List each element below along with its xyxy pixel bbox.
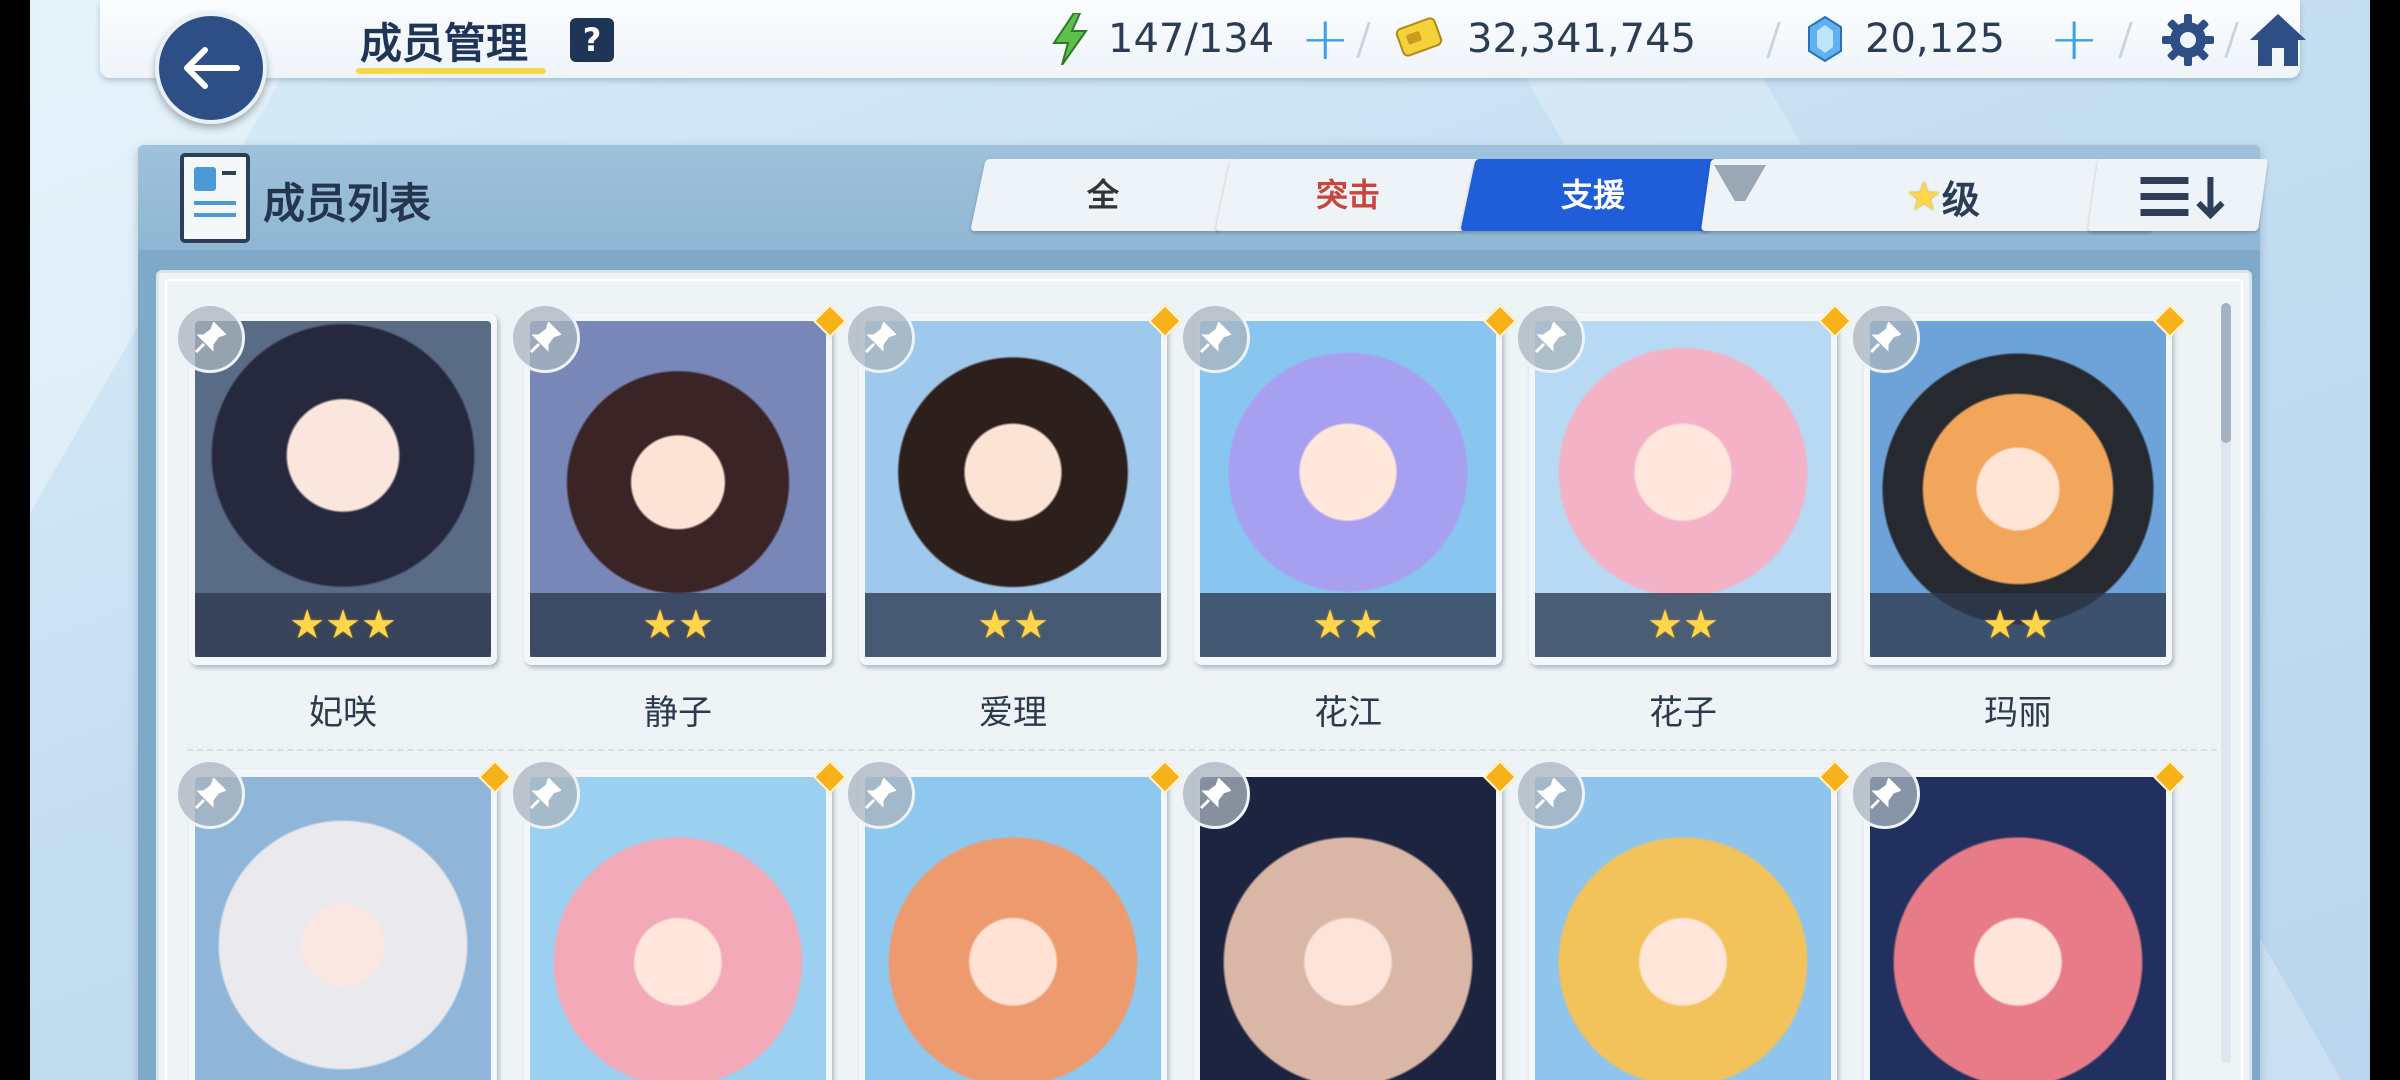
panel-title: 成员列表 xyxy=(263,179,432,228)
panel-header: 成员列表 全 突击 支援 ★ 级 xyxy=(138,145,2269,250)
gems-value: 20,125 xyxy=(1865,16,2005,62)
member-name: 妃咲 xyxy=(309,693,377,733)
sort-icon xyxy=(2140,175,2232,223)
rarity-stars: ★★ xyxy=(1982,602,2054,648)
pin-icon[interactable] xyxy=(1180,303,1250,373)
filter-label: 级 xyxy=(1941,178,1980,222)
member-card[interactable]: ★★ 爱理 xyxy=(845,303,1182,733)
rarity-stars: ★★★ xyxy=(289,602,397,648)
member-grid: ★★★ 妃咲 ★★ 静子 ★★ 爱理 ★★ 花江 ★★ 花子 ★★ 玛丽 xyxy=(156,270,2252,1080)
member-card[interactable] xyxy=(1850,759,2187,1080)
credits-value: 32,341,745 xyxy=(1467,16,1697,62)
gems-display: 20,125 + xyxy=(1805,0,2099,78)
back-button[interactable] xyxy=(155,12,267,124)
rarity-stars: ★★ xyxy=(1647,602,1719,648)
help-button[interactable]: ? xyxy=(570,18,614,62)
credits-display: 32,341,745 xyxy=(1395,0,1696,78)
add-gems-button[interactable]: + xyxy=(2049,9,2099,69)
member-name: 花江 xyxy=(1314,693,1382,733)
pin-icon[interactable] xyxy=(1515,759,1585,829)
rarity-stars: ★★ xyxy=(642,602,714,648)
pin-icon[interactable] xyxy=(1850,303,1920,373)
rarity-stars: ★★ xyxy=(977,602,1049,648)
tab-special[interactable]: 支援 xyxy=(1460,159,1726,231)
divider xyxy=(2118,22,2133,58)
scrollbar[interactable] xyxy=(2221,303,2231,1063)
member-name: 玛丽 xyxy=(1984,693,2052,733)
divider xyxy=(1356,22,1371,58)
page-title: 成员管理 xyxy=(360,19,529,68)
home-icon[interactable] xyxy=(2248,10,2308,72)
credits-icon xyxy=(1395,17,1443,57)
student-portrait xyxy=(1535,777,1831,1080)
stamina-icon xyxy=(1052,13,1088,65)
divider xyxy=(2224,22,2239,58)
add-stamina-button[interactable]: + xyxy=(1300,9,1350,69)
pin-icon[interactable] xyxy=(175,759,245,829)
stamina-display: 147/134 + xyxy=(1050,0,1350,78)
divider xyxy=(1766,22,1781,58)
member-card[interactable] xyxy=(1515,759,1852,1080)
student-portrait xyxy=(1200,777,1496,1080)
arrow-left-icon xyxy=(184,47,240,89)
student-portrait xyxy=(865,777,1161,1080)
member-name: 静子 xyxy=(644,693,712,733)
member-card[interactable]: ★★ 玛丽 xyxy=(1850,303,2187,733)
pin-icon[interactable] xyxy=(845,303,915,373)
member-card[interactable] xyxy=(845,759,1182,1080)
member-card[interactable] xyxy=(510,759,847,1080)
tab-all-label: 全 xyxy=(1086,176,1119,214)
member-name: 爱理 xyxy=(979,693,1047,733)
star-icon: ★ xyxy=(1906,173,1942,220)
member-card[interactable]: ★★ 花子 xyxy=(1515,303,1852,733)
pin-icon[interactable] xyxy=(1180,759,1250,829)
gem-icon xyxy=(1808,15,1842,63)
member-card[interactable] xyxy=(175,759,512,1080)
tab-striker-label: 突击 xyxy=(1315,176,1380,214)
stamina-value: 147/134 xyxy=(1108,16,1275,62)
pin-icon[interactable] xyxy=(1515,303,1585,373)
game-screen: 成员管理 ? 147/134 + 32,341,745 20,125 + 成员列… xyxy=(30,0,2370,1080)
pin-icon[interactable] xyxy=(845,759,915,829)
settings-icon[interactable] xyxy=(2160,12,2216,72)
rarity-stars: ★★ xyxy=(1312,602,1384,648)
title-underline xyxy=(356,68,546,74)
member-card-icon xyxy=(180,153,250,243)
pin-icon[interactable] xyxy=(510,759,580,829)
member-list-panel: 成员列表 全 突击 支援 ★ 级 ★★★ 妃咲 ★★ 静子 ★★ 爱理 ★★ 花… xyxy=(138,145,2269,1080)
member-card[interactable]: ★★★ 妃咲 xyxy=(175,303,497,733)
pin-icon[interactable] xyxy=(1850,759,1920,829)
scrollbar-thumb[interactable] xyxy=(2221,303,2231,443)
pin-icon[interactable] xyxy=(510,303,580,373)
pin-icon[interactable] xyxy=(175,303,245,373)
role-tabs: 全 突击 支援 xyxy=(970,159,1726,231)
tab-striker[interactable]: 突击 xyxy=(1215,159,1481,231)
member-name: 花子 xyxy=(1649,693,1717,733)
member-card[interactable] xyxy=(1180,759,1517,1080)
student-portrait xyxy=(1870,777,2166,1080)
tab-special-label: 支援 xyxy=(1560,176,1625,214)
sort-order-button[interactable] xyxy=(2087,159,2269,231)
tab-all[interactable]: 全 xyxy=(970,159,1236,231)
top-bar: 成员管理 ? 147/134 + 32,341,745 20,125 + xyxy=(100,0,2306,78)
filter-icon xyxy=(1714,165,1766,201)
member-card[interactable]: ★★ 花江 xyxy=(1180,303,1517,733)
member-card[interactable]: ★★ 静子 xyxy=(510,303,847,733)
row-divider xyxy=(187,749,2217,751)
student-portrait xyxy=(530,777,826,1080)
student-portrait xyxy=(195,777,491,1080)
